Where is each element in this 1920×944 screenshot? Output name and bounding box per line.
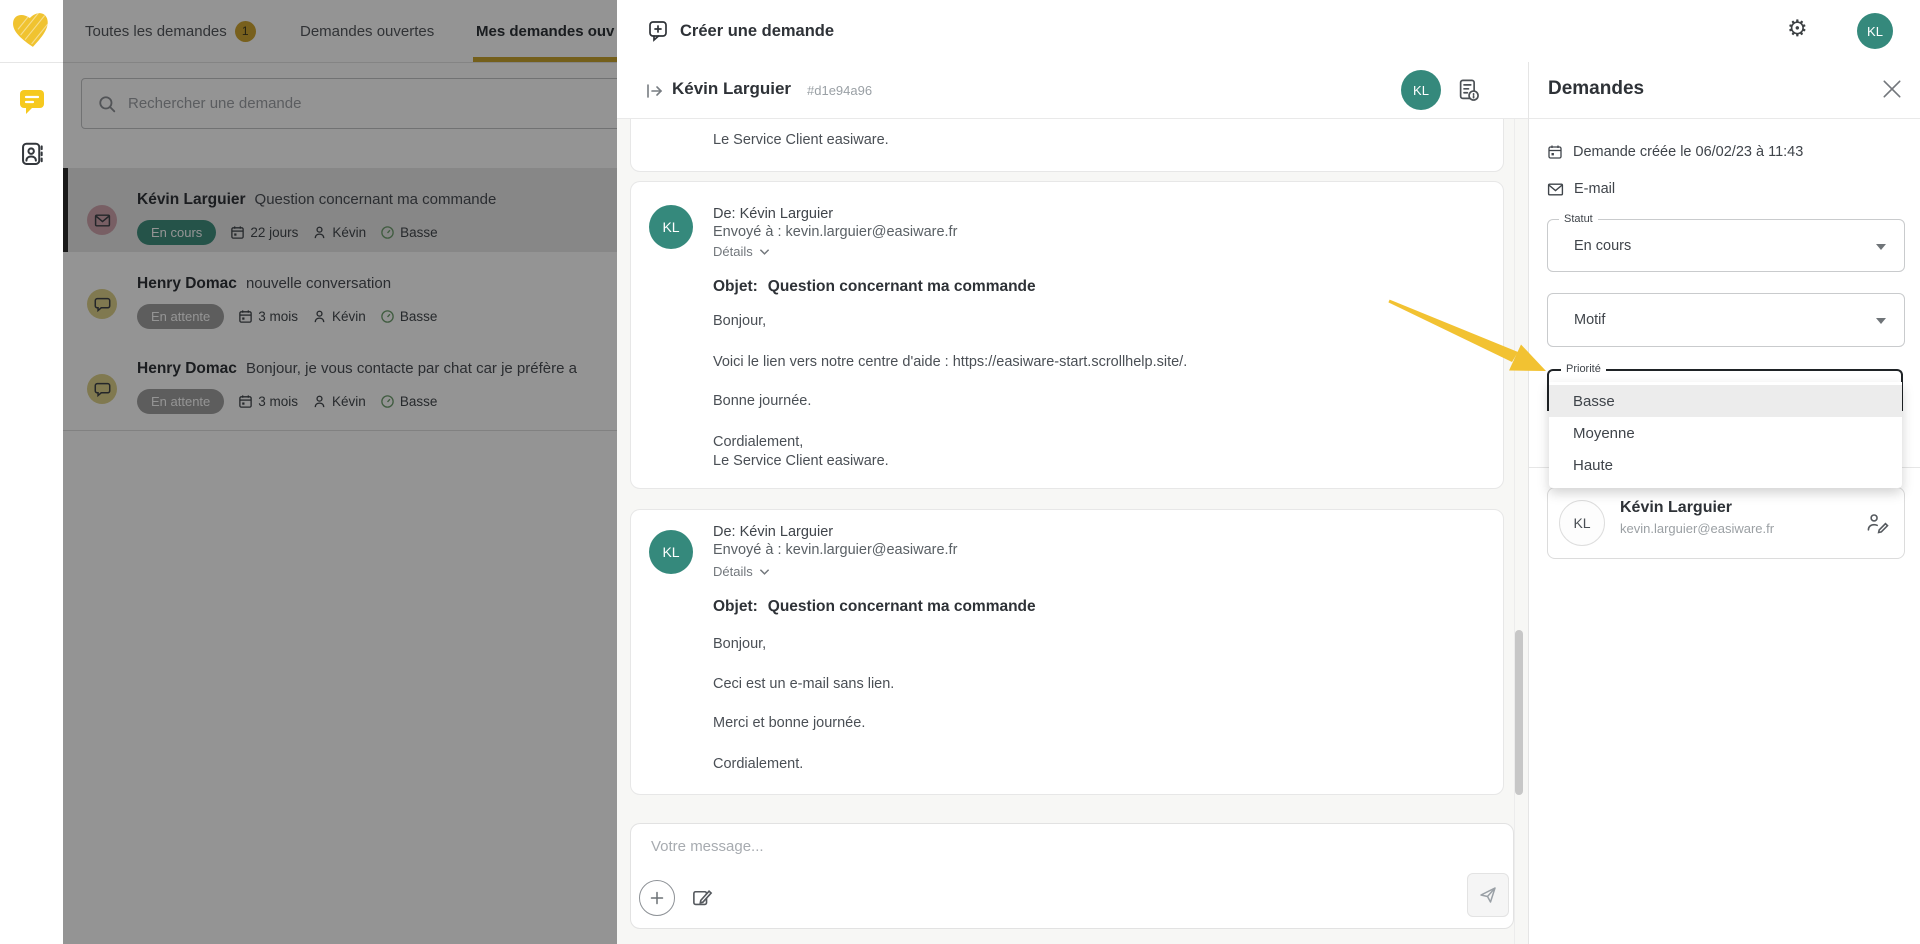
caret-down-icon bbox=[1876, 318, 1886, 324]
caret-down-icon bbox=[1876, 244, 1886, 250]
create-request-label: Créer une demande bbox=[680, 22, 834, 41]
create-request-button[interactable]: Créer une demande bbox=[648, 0, 834, 62]
brand-heart-logo bbox=[8, 6, 54, 52]
created-date-text: Demande créée le 06/02/23 à 11:43 bbox=[1573, 144, 1803, 160]
contact-avatar: KL bbox=[1401, 70, 1441, 110]
close-panel-icon[interactable] bbox=[1881, 78, 1903, 100]
conversation-header: Kévin Larguier #d1e94a96 KL bbox=[617, 62, 1528, 119]
motif-select[interactable]: Motif bbox=[1547, 293, 1905, 347]
main-topbar: Créer une demande ⚙ KL bbox=[617, 0, 1920, 63]
message-line: Le Service Client easiware. bbox=[713, 453, 889, 469]
message-composer[interactable]: Votre message... bbox=[630, 823, 1514, 929]
priorite-option-moyenne[interactable]: Moyenne bbox=[1549, 417, 1902, 449]
message-from: De: Kévin Larguier bbox=[713, 206, 833, 222]
contact-card: KL Kévin Larguier kevin.larguier@easiwar… bbox=[1547, 487, 1905, 559]
contact-email: kevin.larguier@easiware.fr bbox=[1620, 521, 1774, 536]
statut-value: En cours bbox=[1574, 238, 1631, 254]
chevron-down-icon bbox=[759, 248, 770, 256]
list-dim-overlay bbox=[63, 0, 617, 944]
message-line: Ceci est un e-mail sans lien. bbox=[713, 676, 894, 692]
channel-email-icon bbox=[1547, 182, 1564, 197]
request-details-icon[interactable] bbox=[1455, 77, 1482, 104]
subject-text: Question concernant ma commande bbox=[768, 278, 1036, 295]
edit-contact-icon[interactable] bbox=[1865, 511, 1890, 534]
chat-nav-icon[interactable] bbox=[18, 88, 46, 118]
message-card: KL De: Kévin Larguier Envoyé à : kevin.l… bbox=[630, 181, 1504, 489]
message-line: Cordialement. bbox=[713, 756, 803, 772]
message-card: KL De: Kévin Larguier Envoyé à : kevin.l… bbox=[630, 509, 1504, 795]
message-line: Le Service Client easiware. bbox=[713, 132, 889, 148]
conversation-title: Kévin Larguier bbox=[672, 79, 791, 99]
bubble-plus-icon bbox=[648, 20, 670, 43]
conversation-thread: Le Service Client easiware. KL De: Kévin… bbox=[617, 118, 1528, 944]
message-card-partial: Le Service Client easiware. bbox=[630, 118, 1504, 172]
message-details-toggle[interactable]: Détails bbox=[713, 564, 770, 579]
contact-card-avatar: KL bbox=[1559, 500, 1605, 546]
send-button[interactable] bbox=[1467, 873, 1509, 917]
contact-name: Kévin Larguier bbox=[1620, 499, 1732, 517]
attach-plus-button[interactable] bbox=[639, 880, 675, 916]
collapse-panel-icon[interactable] bbox=[644, 81, 664, 101]
message-avatar: KL bbox=[649, 530, 693, 574]
subject-text: Question concernant ma commande bbox=[768, 598, 1036, 615]
priorite-option-basse[interactable]: Basse bbox=[1549, 385, 1902, 417]
left-rail bbox=[0, 0, 63, 944]
channel-text: E-mail bbox=[1574, 181, 1615, 197]
request-list-panel: Toutes les demandes 1 Demandes ouvertes … bbox=[63, 0, 617, 944]
send-plane-icon bbox=[1478, 885, 1498, 905]
insert-template-button[interactable] bbox=[691, 886, 714, 909]
conversation-scrollbar-track bbox=[1514, 118, 1525, 944]
created-date-icon bbox=[1547, 144, 1563, 160]
conversation-ref: #d1e94a96 bbox=[807, 83, 872, 98]
message-line: Voici le lien vers notre centre d'aide :… bbox=[713, 354, 1187, 370]
priorite-field-label: Priorité bbox=[1561, 363, 1606, 375]
message-details-toggle[interactable]: Détails bbox=[713, 244, 770, 259]
subject-label: Objet: bbox=[713, 598, 758, 615]
easiware-app: Toutes les demandes 1 Demandes ouvertes … bbox=[0, 0, 1920, 944]
message-line: Merci et bonne journée. bbox=[713, 715, 865, 731]
panel-title: Demandes bbox=[1548, 78, 1644, 100]
compose-pencil-icon bbox=[691, 886, 714, 909]
motif-value: Motif bbox=[1574, 312, 1605, 328]
message-to: Envoyé à : kevin.larguier@easiware.fr bbox=[713, 224, 957, 240]
message-line: Cordialement, bbox=[713, 434, 803, 450]
user-avatar[interactable]: KL bbox=[1857, 13, 1893, 49]
conversation-scrollbar-thumb[interactable] bbox=[1515, 630, 1523, 795]
settings-gear-icon[interactable]: ⚙ bbox=[1787, 17, 1808, 40]
statut-select[interactable]: En cours bbox=[1547, 219, 1905, 272]
message-from: De: Kévin Larguier bbox=[713, 524, 833, 540]
message-avatar: KL bbox=[649, 205, 693, 249]
chevron-down-icon bbox=[759, 568, 770, 576]
statut-field-label: Statut bbox=[1559, 213, 1598, 225]
message-line: Bonne journée. bbox=[713, 393, 811, 409]
composer-placeholder: Votre message... bbox=[651, 838, 764, 855]
priorite-option-haute[interactable]: Haute bbox=[1549, 449, 1902, 481]
message-line: Bonjour, bbox=[713, 636, 766, 652]
message-to: Envoyé à : kevin.larguier@easiware.fr bbox=[713, 542, 957, 558]
priorite-dropdown-menu: Basse Moyenne Haute bbox=[1549, 382, 1902, 488]
contacts-nav-icon[interactable] bbox=[19, 141, 46, 168]
message-line: Bonjour, bbox=[713, 313, 766, 329]
subject-label: Objet: bbox=[713, 278, 758, 295]
request-details-panel: Demandes Demande créée le 06/02/23 à 11:… bbox=[1528, 62, 1920, 944]
plus-icon bbox=[649, 890, 665, 906]
